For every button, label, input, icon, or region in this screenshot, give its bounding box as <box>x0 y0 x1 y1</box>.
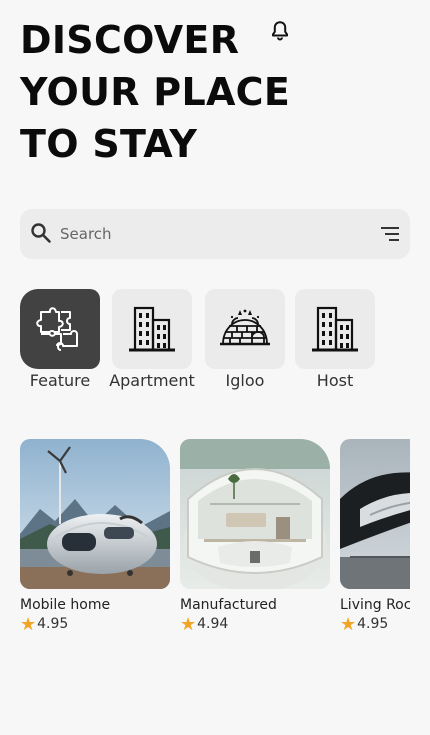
igloo-icon <box>220 309 270 346</box>
listing-card-manufactured[interactable]: Manufactured ★ 4.94 <box>180 439 330 635</box>
puzzle-icon <box>36 307 78 351</box>
category-list: Feature Apartment Igloo Host <box>0 289 430 399</box>
listing-photo <box>180 439 330 589</box>
page-title: DISCOVER YOUR PLACE TO STAY <box>20 14 290 170</box>
star-icon: ★ <box>180 614 197 635</box>
listing-rating: ★ 4.95 <box>340 614 410 635</box>
search-bar <box>20 209 410 259</box>
listing-photo <box>20 439 170 589</box>
rating-value: 4.95 <box>37 616 69 632</box>
building-icon <box>129 306 175 352</box>
star-icon: ★ <box>340 614 357 635</box>
listing-photo <box>340 439 410 589</box>
listing-name: Living Rocket <box>340 597 410 613</box>
listing-rating: ★ 4.94 <box>180 614 330 635</box>
title-line-3: TO STAY <box>20 122 198 166</box>
listing-card-mobile-home[interactable]: Mobile home ★ 4.95 <box>20 439 170 635</box>
category-tile <box>112 289 192 369</box>
category-tile <box>20 289 100 369</box>
listing-name: Mobile home <box>20 597 111 613</box>
category-label: Host <box>316 371 354 390</box>
discover-screen: DISCOVER YOUR PLACE TO STAY Search Featu… <box>0 0 430 735</box>
rating-value: 4.94 <box>197 616 229 632</box>
title-line-1: DISCOVER <box>20 18 240 62</box>
search-input[interactable] <box>60 209 360 259</box>
category-host[interactable]: Host <box>295 289 375 390</box>
star-icon: ★ <box>20 614 37 635</box>
filter-lines-icon[interactable] <box>380 225 400 243</box>
search-icon <box>31 223 51 243</box>
listing-name: Manufactured <box>180 597 277 613</box>
listing-card-living-rocket[interactable]: Living Rocket ★ 4.95 <box>340 439 410 635</box>
category-igloo[interactable]: Igloo <box>205 289 285 390</box>
category-feature[interactable]: Feature <box>20 289 100 390</box>
bell-icon[interactable] <box>270 20 290 42</box>
rating-value: 4.95 <box>357 616 389 632</box>
title-line-2: YOUR PLACE <box>20 70 291 114</box>
building-icon <box>312 306 358 352</box>
listing-carousel: Mobile home ★ 4.95 Manufactured ★ 4.94 L… <box>20 439 410 649</box>
category-apartment[interactable]: Apartment <box>109 289 195 390</box>
category-tile <box>205 289 285 369</box>
listing-rating: ★ 4.95 <box>20 614 170 635</box>
category-tile <box>295 289 375 369</box>
